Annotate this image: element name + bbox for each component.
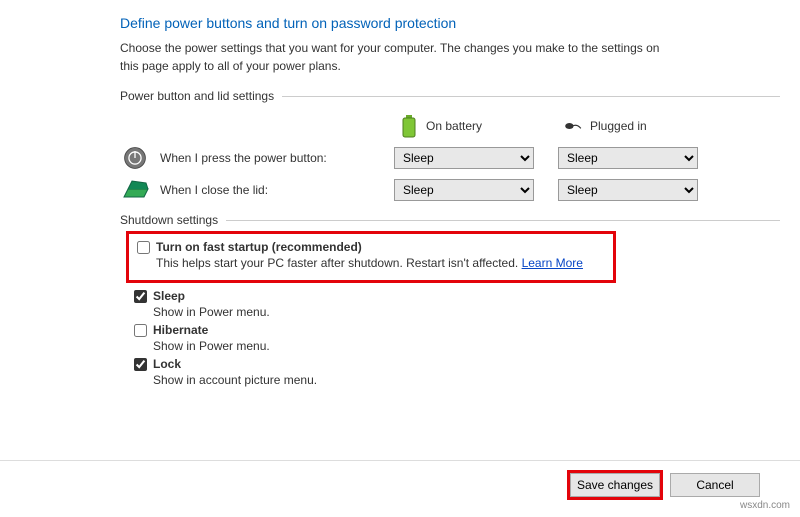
shutdown-settings-legend: Shutdown settings [120, 213, 226, 227]
sleep-label: Sleep [153, 289, 185, 303]
hibernate-row: Hibernate Show in Power menu. [134, 323, 780, 355]
on-battery-header: On battery [394, 113, 544, 139]
cancel-button[interactable]: Cancel [670, 473, 760, 497]
shutdown-settings-section: Shutdown settings Turn on fast startup (… [120, 213, 780, 391]
fast-startup-label: Turn on fast startup (recommended) [156, 240, 362, 254]
lock-label: Lock [153, 357, 181, 371]
plugged-in-label: Plugged in [590, 119, 647, 133]
sleep-checkbox[interactable] [134, 290, 147, 303]
hibernate-desc: Show in Power menu. [153, 337, 780, 355]
fast-startup-row: Turn on fast startup (recommended) This … [126, 231, 616, 283]
power-button-row-label: When I press the power button: [120, 145, 380, 171]
lid-plugged-select[interactable]: Sleep [558, 179, 698, 201]
on-battery-label: On battery [426, 119, 482, 133]
learn-more-link[interactable]: Learn More [522, 256, 583, 270]
watermark: wsxdn.com [740, 500, 790, 511]
lock-desc: Show in account picture menu. [153, 371, 780, 389]
lock-checkbox[interactable] [134, 358, 147, 371]
fast-startup-checkbox[interactable] [137, 241, 150, 254]
battery-icon [400, 113, 418, 139]
action-bar: Save changes Cancel [0, 460, 800, 497]
lid-icon [120, 177, 150, 203]
lid-battery-select[interactable]: Sleep [394, 179, 534, 201]
save-changes-button[interactable]: Save changes [570, 473, 660, 497]
lock-row: Lock Show in account picture menu. [134, 357, 780, 389]
power-button-battery-select[interactable]: Sleep [394, 147, 534, 169]
sleep-row: Sleep Show in Power menu. [134, 289, 780, 321]
lid-row-label: When I close the lid: [120, 177, 380, 203]
power-button-lid-legend: Power button and lid settings [120, 89, 282, 103]
plugged-in-header: Plugged in [558, 113, 708, 139]
power-button-icon [120, 145, 150, 171]
power-button-plugged-select[interactable]: Sleep [558, 147, 698, 169]
plug-icon [564, 113, 582, 139]
sleep-desc: Show in Power menu. [153, 303, 780, 321]
page-description: Choose the power settings that you want … [120, 39, 680, 75]
fast-startup-desc: This helps start your PC faster after sh… [156, 256, 522, 270]
hibernate-label: Hibernate [153, 323, 208, 337]
page-title: Define power buttons and turn on passwor… [120, 15, 780, 31]
power-button-lid-section: Power button and lid settings On battery… [120, 89, 780, 203]
hibernate-checkbox[interactable] [134, 324, 147, 337]
